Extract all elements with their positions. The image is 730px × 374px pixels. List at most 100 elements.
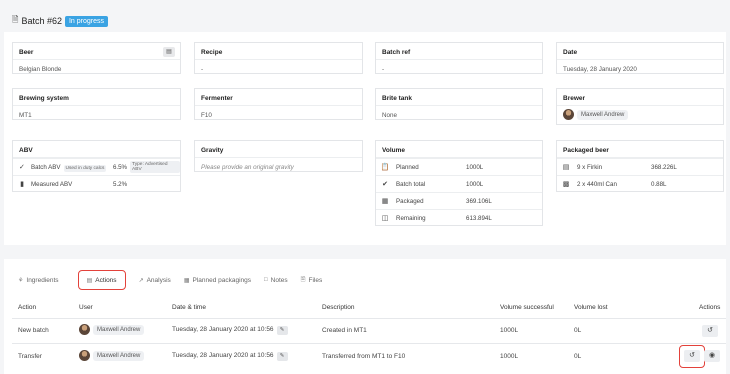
- col-header-actions: Actions: [699, 304, 721, 311]
- abv-row-value: 5.2%: [113, 180, 128, 188]
- date-card: Date Tuesday, 28 January 2020: [556, 42, 724, 74]
- row-description: Transferred from MT1 to F10: [322, 353, 406, 360]
- packaged-row-label: 2 x 440ml Can: [577, 180, 617, 188]
- col-header-volume-successful: Volume successful: [500, 304, 554, 311]
- volume-row-value: 369.106L: [466, 197, 492, 205]
- row-datetime: Tuesday, 28 January 2020 at 10:56 ✎: [172, 326, 288, 335]
- packaged-row-label: 9 x Firkin: [577, 163, 603, 171]
- row-description: Created in MT1: [322, 327, 367, 334]
- tab-label: Actions: [95, 276, 117, 284]
- brewing-system-label: Brewing system: [13, 89, 180, 106]
- col-header-description: Description: [322, 304, 355, 311]
- beer-label: Beer: [13, 43, 180, 60]
- volume-row-value: 1000L: [466, 180, 484, 188]
- row-action: New batch: [18, 327, 49, 334]
- gravity-label: Gravity: [195, 141, 362, 158]
- fermenter-label: Fermenter: [195, 89, 362, 106]
- clipboard-icon: 📋: [380, 164, 390, 171]
- row-action: Transfer: [18, 353, 42, 360]
- file-icon: 🗎: [300, 277, 306, 283]
- status-badge: In progress: [64, 15, 108, 27]
- page-title: Batch #62: [21, 16, 62, 26]
- tab-planned-packagings[interactable]: ▦ Planned packagings: [184, 270, 251, 290]
- package-icon: ▦: [381, 198, 389, 205]
- chart-icon: ↗: [138, 277, 144, 284]
- cans-icon: ▩: [562, 181, 570, 188]
- beer-document-button[interactable]: ▤: [163, 47, 175, 57]
- row-volume-lost: 0L: [574, 327, 582, 334]
- brite-tank-card: Brite tank None: [375, 88, 543, 120]
- volume-row: ▦ Packaged 369.106L: [376, 192, 542, 209]
- brewing-system-card: Brewing system MT1: [12, 88, 181, 120]
- batch-ref-label: Batch ref: [376, 43, 542, 60]
- undo-icon: ↺: [689, 352, 695, 359]
- abv-type-tag: Type: Advertised ABV: [130, 161, 180, 173]
- undo-icon: ↺: [707, 327, 713, 334]
- tab-ingredients[interactable]: ⚘ Ingredients: [12, 270, 65, 290]
- tab-actions[interactable]: ▤ Actions: [77, 270, 126, 290]
- keg-icon: ▤: [562, 164, 570, 171]
- view-button[interactable]: ◉: [704, 350, 720, 362]
- abv-row: ✓ Batch ABV Used in duty calcs 6.5% Type:…: [13, 158, 180, 175]
- tab-notes[interactable]: □ Notes: [264, 270, 288, 290]
- brewer-card: Brewer Maxwell Andrew: [556, 88, 724, 125]
- volume-row-label: Remaining: [396, 214, 426, 222]
- divider: [12, 343, 726, 344]
- packaged-row: ▤ 9 x Firkin 368.226L: [557, 158, 723, 175]
- datetime-text: Tuesday, 28 January 2020 at 10:56: [172, 326, 274, 333]
- fermenter-value: F10: [201, 112, 212, 119]
- tab-files[interactable]: 🗎 Files: [301, 270, 323, 290]
- batch-ref-value: -: [382, 66, 385, 73]
- user-name: Maxwell Andrew: [93, 350, 145, 361]
- packaged-row: ▩ 2 x 440ml Can 0.88L: [557, 175, 723, 192]
- volume-row-label: Planned: [396, 163, 419, 171]
- brewing-system-value: MT1: [19, 112, 32, 119]
- row-volume-lost: 0L: [574, 353, 582, 360]
- undo-button[interactable]: ↺: [702, 325, 718, 337]
- brewer-user[interactable]: Maxwell Andrew: [563, 109, 629, 120]
- brewer-label: Brewer: [557, 89, 723, 106]
- date-label: Date: [557, 43, 723, 60]
- edit-datetime-button[interactable]: ✎: [276, 326, 288, 335]
- edit-datetime-button[interactable]: ✎: [276, 352, 288, 361]
- gravity-placeholder: Please provide an original gravity: [201, 164, 294, 171]
- row-user[interactable]: Maxwell Andrew: [79, 324, 145, 337]
- undo-button[interactable]: ↺: [684, 350, 700, 362]
- col-header-user: User: [79, 304, 93, 311]
- tab-label: Analysis: [146, 276, 171, 284]
- volume-row-value: 613.894L: [466, 214, 492, 222]
- avatar: [563, 109, 574, 120]
- check-icon: ✓: [19, 164, 25, 171]
- volume-row-value: 1000L: [466, 163, 484, 171]
- tab-label: Planned packagings: [192, 276, 252, 284]
- tab-analysis[interactable]: ↗ Analysis: [139, 270, 171, 290]
- volume-row-label: Packaged: [396, 197, 424, 205]
- brite-tank-label: Brite tank: [376, 89, 542, 106]
- pencil-icon: ✎: [279, 353, 285, 359]
- avatar: [79, 324, 90, 335]
- brite-tank-value: None: [382, 112, 398, 119]
- abv-card: ABV ✓ Batch ABV Used in duty calcs 6.5% T…: [12, 140, 181, 192]
- pencil-icon: ✎: [279, 327, 285, 333]
- date-value: Tuesday, 28 January 2020: [563, 66, 637, 73]
- abv-row-value: 6.5%: [112, 163, 128, 171]
- document-icon: ▤: [86, 277, 93, 284]
- document-icon: ▤: [166, 49, 172, 55]
- tank-icon: ◫: [381, 215, 389, 222]
- volume-row: 📋 Planned 1000L: [376, 158, 542, 175]
- check-circle-icon: ✔: [382, 181, 388, 188]
- volume-label: Volume: [376, 141, 542, 158]
- tab-bar: ⚘ Ingredients ▤ Actions ↗ Analysis ▦ Pla…: [12, 270, 322, 290]
- eye-icon: ◉: [708, 352, 716, 359]
- row-user[interactable]: Maxwell Andrew: [79, 350, 145, 363]
- brewer-name: Maxwell Andrew: [577, 109, 629, 120]
- duty-tag: Used in duty calcs: [63, 164, 107, 172]
- tab-label: Files: [308, 276, 323, 284]
- hydrometer-icon: ▮: [20, 181, 24, 188]
- col-header-volume-lost: Volume lost: [574, 304, 608, 311]
- row-datetime: Tuesday, 28 January 2020 at 10:56 ✎: [172, 352, 288, 361]
- packaged-row-value: 0.88L: [651, 180, 667, 188]
- packaged-row-value: 368.226L: [651, 163, 677, 171]
- volume-card: Volume 📋 Planned 1000L ✔ Batch total 100…: [375, 140, 543, 226]
- datetime-text: Tuesday, 28 January 2020 at 10:56: [172, 352, 274, 359]
